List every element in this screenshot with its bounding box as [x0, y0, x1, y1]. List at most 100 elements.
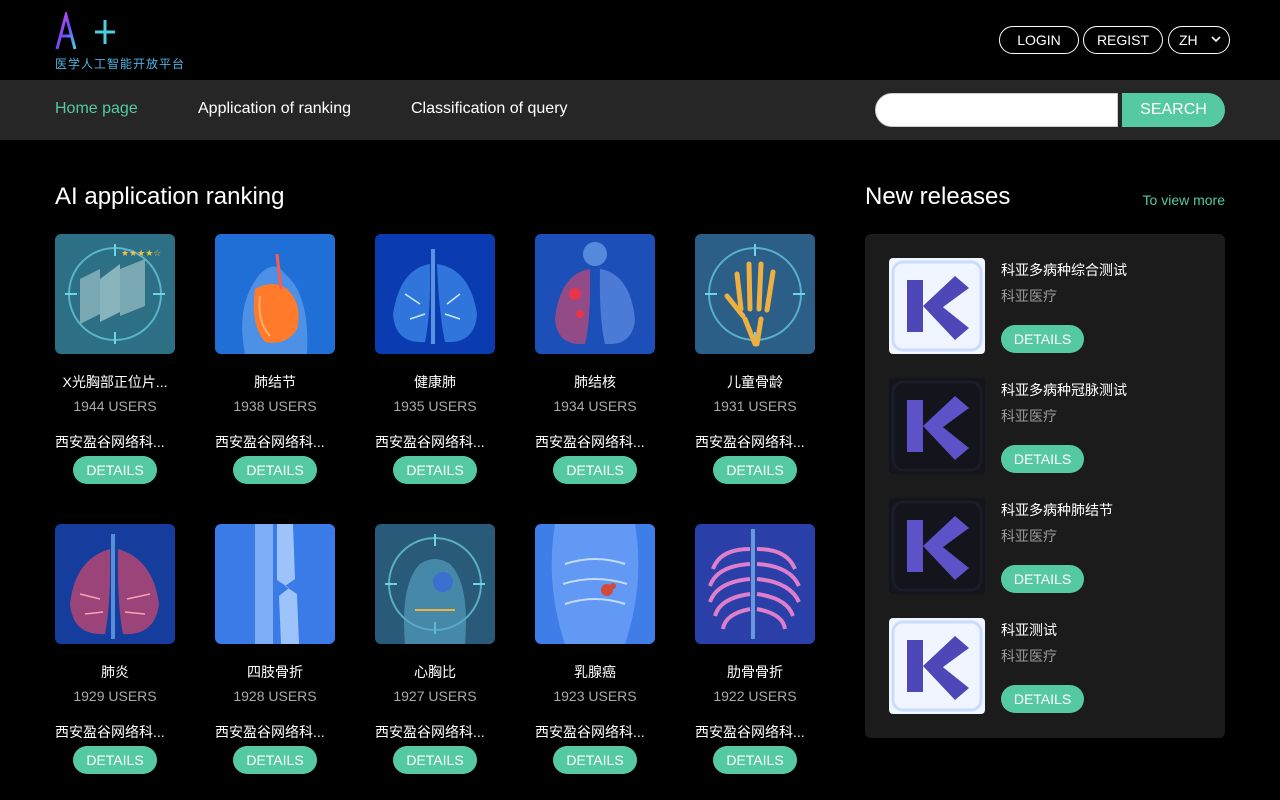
- app-name[interactable]: 儿童骨龄: [695, 372, 815, 392]
- app-name[interactable]: 肺结核: [535, 372, 655, 392]
- app-users: 1929 USERS: [73, 688, 157, 704]
- app-name[interactable]: X光胸部正位片...: [55, 372, 175, 392]
- app-org: 西安盈谷网络科...: [55, 724, 165, 740]
- app-org: 西安盈谷网络科...: [215, 724, 325, 740]
- details-button[interactable]: DETAILS: [73, 746, 157, 774]
- details-button[interactable]: DETAILS: [233, 456, 317, 484]
- app-users: 1923 USERS: [553, 688, 637, 704]
- main-nav: Home page Application of ranking Classif…: [0, 80, 1280, 140]
- details-button[interactable]: DETAILS: [393, 456, 477, 484]
- nav-classification[interactable]: Classification of query: [411, 100, 568, 118]
- app-org: 西安盈谷网络科...: [695, 434, 805, 450]
- app-name[interactable]: 健康肺: [375, 372, 495, 392]
- app-card[interactable]: 儿童骨龄 1931 USERS 西安盈谷网络科... DETAILS: [695, 234, 815, 494]
- tuberculosis-lung-icon[interactable]: [535, 234, 655, 354]
- app-org: 西安盈谷网络科...: [215, 434, 325, 450]
- app-users: 1931 USERS: [713, 398, 797, 414]
- app-card[interactable]: 四肢骨折 1928 USERS 西安盈谷网络科... DETAILS: [215, 524, 335, 784]
- nav-ranking[interactable]: Application of ranking: [198, 100, 351, 118]
- release-details-button[interactable]: DETAILS: [1001, 325, 1084, 353]
- chevron-down-icon: [1211, 36, 1221, 43]
- app-org: 西安盈谷网络科...: [55, 434, 165, 450]
- search-button[interactable]: SEARCH: [1122, 93, 1225, 127]
- keya-logo-icon[interactable]: [889, 378, 985, 474]
- keya-logo-icon[interactable]: [889, 498, 985, 594]
- app-org: 西安盈谷网络科...: [535, 434, 645, 450]
- release-org: 科亚医疗: [1001, 408, 1057, 424]
- release-item[interactable]: 科亚多病种综合测试 科亚医疗 DETAILS: [889, 258, 1209, 354]
- language-select[interactable]: ZH: [1168, 26, 1230, 54]
- keya-logo-icon[interactable]: [889, 258, 985, 354]
- release-title[interactable]: 科亚多病种综合测试: [1001, 260, 1127, 280]
- details-button[interactable]: DETAILS: [393, 746, 477, 774]
- app-card[interactable]: 乳腺癌 1923 USERS 西安盈谷网络科... DETAILS: [535, 524, 655, 784]
- xray-film-icon[interactable]: ★★★★☆: [55, 234, 175, 354]
- app-card[interactable]: 健康肺 1935 USERS 西安盈谷网络科... DETAILS: [375, 234, 495, 494]
- app-card[interactable]: 肋骨骨折 1922 USERS 西安盈谷网络科... DETAILS: [695, 524, 815, 784]
- rib-fracture-icon[interactable]: [695, 524, 815, 644]
- lung-nodule-icon[interactable]: [215, 234, 335, 354]
- release-title[interactable]: 科亚多病种肺结节: [1001, 500, 1113, 520]
- release-title[interactable]: 科亚测试: [1001, 620, 1057, 640]
- release-item[interactable]: 科亚多病种肺结节 科亚医疗 DETAILS: [889, 498, 1209, 594]
- view-more-link[interactable]: To view more: [1100, 192, 1225, 208]
- app-users: 1938 USERS: [233, 398, 317, 414]
- register-button[interactable]: REGIST: [1083, 26, 1163, 54]
- app-org: 西安盈谷网络科...: [375, 724, 485, 740]
- release-org: 科亚医疗: [1001, 288, 1057, 304]
- details-button[interactable]: DETAILS: [553, 746, 637, 774]
- hand-bone-icon[interactable]: [695, 234, 815, 354]
- app-org: 西安盈谷网络科...: [695, 724, 805, 740]
- top-header: 医学人工智能开放平台 LOGIN REGIST ZH: [0, 0, 1280, 80]
- release-item[interactable]: 科亚多病种冠脉测试 科亚医疗 DETAILS: [889, 378, 1209, 474]
- release-details-button[interactable]: DETAILS: [1001, 445, 1084, 473]
- release-org: 科亚医疗: [1001, 648, 1057, 664]
- app-users: 1934 USERS: [553, 398, 637, 414]
- release-org: 科亚医疗: [1001, 528, 1057, 544]
- details-button[interactable]: DETAILS: [73, 456, 157, 484]
- app-card[interactable]: 肺结节 1938 USERS 西安盈谷网络科... DETAILS: [215, 234, 335, 494]
- app-users: 1922 USERS: [713, 688, 797, 704]
- app-name[interactable]: 四肢骨折: [215, 662, 335, 682]
- app-name[interactable]: 心胸比: [375, 662, 495, 682]
- heart-chest-icon[interactable]: [375, 524, 495, 644]
- app-users: 1944 USERS: [73, 398, 157, 414]
- login-button[interactable]: LOGIN: [999, 26, 1079, 54]
- ranking-title: AI application ranking: [55, 183, 285, 210]
- releases-title: New releases: [865, 183, 1011, 210]
- details-button[interactable]: DETAILS: [713, 456, 797, 484]
- ai-plus-logo-icon: [55, 12, 115, 50]
- app-card[interactable]: 心胸比 1927 USERS 西安盈谷网络科... DETAILS: [375, 524, 495, 784]
- app-name[interactable]: 肋骨骨折: [695, 662, 815, 682]
- app-org: 西安盈谷网络科...: [535, 724, 645, 740]
- app-users: 1927 USERS: [393, 688, 477, 704]
- app-org: 西安盈谷网络科...: [375, 434, 485, 450]
- details-button[interactable]: DETAILS: [713, 746, 797, 774]
- limb-fracture-icon[interactable]: [215, 524, 335, 644]
- keya-logo-icon[interactable]: [889, 618, 985, 714]
- svg-text:★★★★☆: ★★★★☆: [121, 249, 161, 259]
- pneumonia-lung-icon[interactable]: [55, 524, 175, 644]
- app-card[interactable]: 肺炎 1929 USERS 西安盈谷网络科... DETAILS: [55, 524, 175, 784]
- app-users: 1935 USERS: [393, 398, 477, 414]
- search-input[interactable]: [875, 93, 1118, 127]
- details-button[interactable]: DETAILS: [553, 456, 637, 484]
- app-card[interactable]: ★★★★☆ X光胸部正位片... 1944 USERS 西安盈谷网络科... D…: [55, 234, 175, 494]
- release-item[interactable]: 科亚测试 科亚医疗 DETAILS: [889, 618, 1209, 714]
- healthy-lung-icon[interactable]: [375, 234, 495, 354]
- app-name[interactable]: 乳腺癌: [535, 662, 655, 682]
- logo-subtitle: 医学人工智能开放平台: [55, 57, 186, 71]
- language-value: ZH: [1179, 32, 1198, 48]
- details-button[interactable]: DETAILS: [233, 746, 317, 774]
- release-title[interactable]: 科亚多病种冠脉测试: [1001, 380, 1127, 400]
- app-card[interactable]: 肺结核 1934 USERS 西安盈谷网络科... DETAILS: [535, 234, 655, 494]
- release-details-button[interactable]: DETAILS: [1001, 565, 1084, 593]
- app-users: 1928 USERS: [233, 688, 317, 704]
- release-details-button[interactable]: DETAILS: [1001, 685, 1084, 713]
- nav-home[interactable]: Home page: [55, 100, 138, 118]
- breast-cancer-icon[interactable]: [535, 524, 655, 644]
- app-name[interactable]: 肺炎: [55, 662, 175, 682]
- logo[interactable]: 医学人工智能开放平台: [55, 12, 215, 72]
- releases-panel: 科亚多病种综合测试 科亚医疗 DETAILS 科亚多病种冠脉测试 科亚医疗 DE…: [865, 234, 1225, 738]
- app-name[interactable]: 肺结节: [215, 372, 335, 392]
